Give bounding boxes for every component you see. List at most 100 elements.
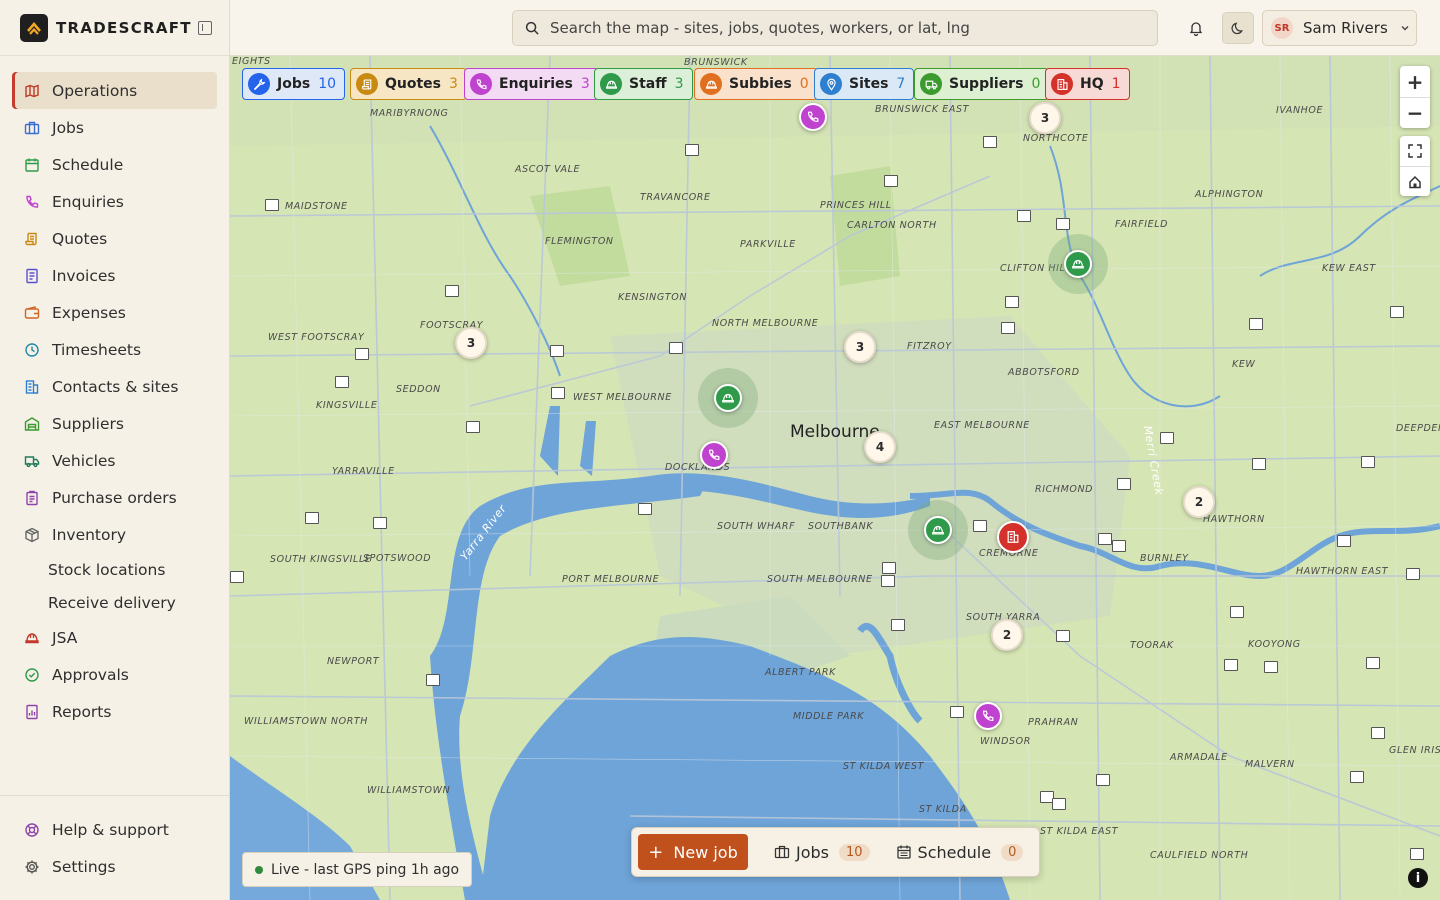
suburb-label-deepdene: DEEPDENE: [1396, 423, 1440, 434]
notifications-bell-icon[interactable]: [1182, 14, 1210, 42]
suburb-label-south-wharf: SOUTH WHARF: [717, 521, 796, 532]
filter-chip-sites[interactable]: Sites 7: [814, 68, 915, 100]
sidebar-item-invoices[interactable]: Invoices: [12, 257, 217, 294]
map-basemap[interactable]: [230, 56, 1440, 900]
sidebar-subitem-stock-locations[interactable]: Stock locations: [12, 553, 217, 586]
filter-chip-subbies[interactable]: Subbies 0: [694, 68, 818, 100]
search-input[interactable]: [550, 19, 1140, 37]
road-shield: [1001, 322, 1015, 334]
marker-cluster[interactable]: 3: [455, 327, 487, 359]
enquiry-marker[interactable]: [799, 103, 827, 131]
sidebar-item-settings[interactable]: Settings: [12, 848, 217, 885]
sidebar-item-label: Vehicles: [52, 451, 116, 470]
marker-cluster[interactable]: 3: [1029, 102, 1061, 134]
sidebar-item-contacts-and-sites[interactable]: Contacts & sites: [12, 368, 217, 405]
road-shield: [1252, 458, 1266, 470]
filter-chip-suppliers[interactable]: Suppliers 0: [914, 68, 1050, 100]
map-search[interactable]: [512, 10, 1158, 46]
sidebar-item-label: Settings: [52, 857, 116, 876]
invoice-icon: [24, 268, 52, 284]
marker-cluster[interactable]: 2: [991, 619, 1023, 651]
zoom-control: + −: [1400, 66, 1430, 128]
building-icon: [24, 379, 52, 395]
brand-name: TRADESCRAFT: [56, 18, 192, 37]
suburb-label-princes-hill: PRINCES HILL: [820, 200, 892, 211]
road-shield: [882, 562, 896, 574]
suburb-label-williamstown: WILLIAMSTOWN: [367, 785, 451, 796]
sidebar-item-label: Operations: [52, 81, 138, 100]
check-circle-icon: [24, 667, 52, 683]
fullscreen-icon[interactable]: [1400, 136, 1430, 166]
sidebar-item-jsa[interactable]: JSA: [12, 619, 217, 656]
enquiry-marker[interactable]: [700, 441, 728, 469]
clock-icon: [24, 342, 52, 358]
staff-marker[interactable]: [714, 384, 742, 412]
new-job-button[interactable]: + New job: [638, 834, 748, 870]
briefcase-icon: [24, 120, 52, 136]
sidebar-item-reports[interactable]: Reports: [12, 693, 217, 730]
sidebar-item-label: Enquiries: [52, 192, 124, 211]
sidebar-item-label: Reports: [52, 702, 112, 721]
filter-chip-jobs[interactable]: Jobs 10: [242, 68, 346, 100]
sidebar-item-schedule[interactable]: Schedule: [12, 146, 217, 183]
jobs-drawer-label: Jobs: [796, 842, 829, 862]
sidebar-item-help-and-support[interactable]: Help & support: [12, 811, 217, 848]
sidebar-subitem-receive-delivery[interactable]: Receive delivery: [12, 586, 217, 619]
zoom-out-button[interactable]: −: [1400, 97, 1430, 128]
suburb-label-st-kilda-west: ST KILDA WEST: [843, 761, 925, 772]
sidebar-item-jobs[interactable]: Jobs: [12, 109, 217, 146]
marker-cluster[interactable]: 3: [844, 331, 876, 363]
sidebar-item-inventory[interactable]: Inventory: [12, 516, 217, 553]
suburb-label-windsor: WINDSOR: [980, 736, 1031, 747]
sidebar-item-operations[interactable]: Operations: [12, 72, 217, 109]
enquiry-marker[interactable]: [974, 702, 1002, 730]
sidebar-item-quotes[interactable]: Quotes: [12, 220, 217, 257]
avatar: SR: [1271, 17, 1293, 39]
jobs-count-badge: 10: [839, 843, 870, 861]
suburb-label-caulfield-north: CAULFIELD NORTH: [1150, 850, 1249, 861]
staff-marker[interactable]: [1064, 250, 1092, 278]
marker-cluster[interactable]: 4: [864, 431, 896, 463]
road-shield: [983, 136, 997, 148]
user-menu[interactable]: SR Sam Rivers: [1262, 10, 1417, 46]
hardhat-icon: [600, 73, 622, 95]
sidebar-item-enquiries[interactable]: Enquiries: [12, 183, 217, 220]
user-name: Sam Rivers: [1303, 19, 1388, 37]
suburb-label-ascot-vale: ASCOT VALE: [515, 164, 581, 175]
sidebar-item-timesheets[interactable]: Timesheets: [12, 331, 217, 368]
staff-marker[interactable]: [924, 516, 952, 544]
hardhat-icon: [721, 391, 735, 405]
filter-chip-enquiries[interactable]: Enquiries 3: [464, 68, 599, 100]
road-shield: [881, 575, 895, 587]
sidebar-item-approvals[interactable]: Approvals: [12, 656, 217, 693]
theme-toggle-moon-icon[interactable]: [1222, 12, 1254, 44]
filter-chip-staff[interactable]: Staff 3: [594, 68, 693, 100]
sidebar-item-expenses[interactable]: Expenses: [12, 294, 217, 331]
sidebar-item-vehicles[interactable]: Vehicles: [12, 442, 217, 479]
road-shield: [1230, 606, 1244, 618]
home-icon[interactable]: [1400, 166, 1430, 196]
filter-chip-hq[interactable]: HQ 1: [1045, 68, 1130, 100]
map-view-controls: [1400, 136, 1430, 196]
sidebar-item-label: Contacts & sites: [52, 377, 179, 396]
tradescraft-logo-icon[interactable]: [20, 13, 48, 42]
suburb-label-port-melbourne: PORT MELBOURNE: [562, 574, 660, 585]
sidebar-item-suppliers[interactable]: Suppliers: [12, 405, 217, 442]
operations-map[interactable]: Melbourne MARIBYRNONG ASCOT VALE TRAVANCOR…: [230, 56, 1440, 900]
collapse-sidebar-icon[interactable]: [197, 20, 212, 35]
filter-chip-quotes[interactable]: Quotes 3: [350, 68, 467, 100]
suburb-label-travancore: TRAVANCORE: [640, 192, 711, 203]
road-shield: [335, 376, 349, 388]
map-attribution-info-icon[interactable]: i: [1408, 868, 1428, 888]
suburb-label-st-kilda-east: ST KILDA EAST: [1040, 826, 1119, 837]
jobs-drawer-button[interactable]: Jobs 10: [774, 843, 870, 862]
road-shield: [230, 571, 244, 583]
marker-cluster[interactable]: 2: [1183, 486, 1215, 518]
hardhat-icon: [1071, 257, 1085, 271]
sidebar-item-label: Invoices: [52, 266, 116, 285]
sidebar-item-purchase-orders[interactable]: Purchase orders: [12, 479, 217, 516]
suburb-label-kew-east: KEW EAST: [1322, 263, 1376, 274]
schedule-drawer-button[interactable]: Schedule 0: [896, 843, 1024, 862]
hq-marker[interactable]: [997, 521, 1029, 553]
zoom-in-button[interactable]: +: [1400, 66, 1430, 97]
